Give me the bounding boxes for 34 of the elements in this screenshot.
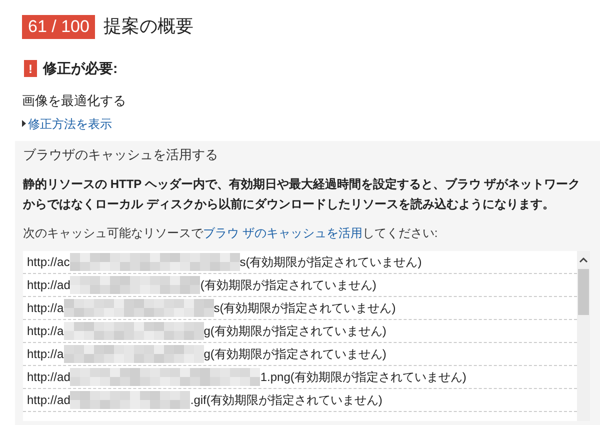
intro-text: 次のキャッシュ可能なリソースでブラウ ザのキャッシュを活用 してください: — [23, 225, 439, 242]
scroll-up-icon[interactable] — [579, 257, 588, 263]
resource-url-start: http://ad — [27, 392, 70, 409]
warning-label: 修正が必要: — [43, 59, 118, 78]
expiry-note: (有効期限が指定されていません) — [200, 277, 376, 294]
resource-url-end: .gif — [190, 392, 206, 409]
score-badge: 61 / 100 — [22, 14, 96, 38]
summary-title: 提案の概要 — [103, 15, 194, 38]
scrollbar[interactable] — [577, 251, 590, 421]
expiry-note: (有効期限が指定されていません) — [220, 300, 396, 317]
resource-url-end: 1.png — [260, 369, 290, 386]
scrollbar-thumb[interactable] — [578, 269, 589, 315]
panel-title: ブラウザのキャッシュを活用する — [23, 146, 219, 164]
resource-url-start: http://ad — [27, 277, 70, 294]
show-fix-link[interactable]: 修正方法を表示 — [28, 114, 112, 132]
caret-icon — [22, 120, 26, 127]
expiry-note: (有効期限が指定されていません) — [206, 392, 382, 409]
expiry-note: (有効期限が指定されていません) — [290, 369, 466, 386]
warning-icon: ! — [24, 60, 37, 77]
panel-description: 静的リソースの HTTP ヘッダー内で、有効期日や最大経過時間を設定すると、ブラウ ザがネットワークからではなくローカル ディスクから以前にダウンロードしたリソースを読み込むようになります。 — [23, 176, 582, 213]
resource-url-end: g — [204, 346, 210, 363]
resource-url-end: s — [214, 300, 220, 317]
resource-url-start: http://a — [27, 346, 64, 363]
expiry-note: (有効期限が指定されていません) — [246, 254, 422, 271]
resource-url-start: http://a — [27, 323, 64, 340]
rule-name: 画像を最適化する — [21, 92, 127, 110]
resource-url-end: g — [204, 323, 210, 340]
resource-url-end: s — [240, 254, 246, 271]
expiry-note: (有効期限が指定されていません) — [210, 346, 386, 363]
resource-url-start: http://ad — [27, 369, 70, 386]
expiry-note: (有効期限が指定されていません) — [210, 323, 386, 340]
leverage-cache-link[interactable]: ブラウ ザのキャッシュを活用 — [203, 226, 362, 240]
resource-url-start: http://ac — [27, 254, 70, 271]
resource-url-start: http://a — [27, 300, 64, 317]
